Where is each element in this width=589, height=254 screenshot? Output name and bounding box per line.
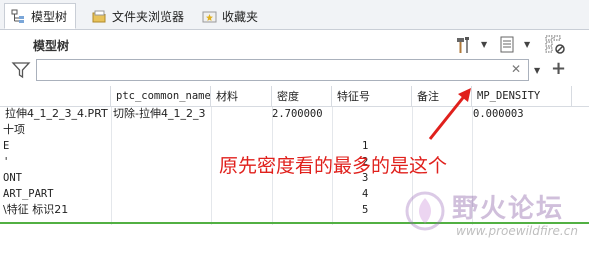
- tab-label: 收藏夹: [222, 9, 259, 24]
- watermark-logo-icon: [405, 191, 445, 231]
- chevron-down-icon[interactable]: ▼: [524, 40, 530, 49]
- tree-item-name[interactable]: E: [3, 138, 108, 154]
- tree-columns-icon[interactable]: [544, 34, 566, 56]
- column-header-name[interactable]: [0, 86, 111, 107]
- density-cell: 2.700000: [272, 108, 323, 120]
- tab-model-tree[interactable]: 模型树: [4, 3, 77, 29]
- hammer-icon[interactable]: [454, 34, 476, 56]
- tree-item-name[interactable]: ART_PART: [3, 186, 108, 202]
- column-header-material[interactable]: 材料: [211, 86, 272, 107]
- chevron-down-icon[interactable]: ▼: [534, 66, 540, 75]
- clear-icon[interactable]: ✕: [511, 62, 521, 76]
- model-tree-icon: [11, 9, 26, 24]
- column-header-feature-number[interactable]: 特征号: [332, 86, 412, 107]
- annotation-text: 原先密度看的最多的是这个: [219, 155, 448, 177]
- tab-bar: 模型树 文件夹浏览器 收藏夹: [0, 0, 589, 30]
- column-divider: [111, 107, 112, 225]
- tree-item-name[interactable]: ONT: [3, 170, 108, 186]
- search-input[interactable]: [36, 59, 529, 81]
- column-header-mp-density[interactable]: MP_DENSITY: [472, 86, 572, 107]
- tab-label: 模型树: [31, 9, 68, 24]
- column-header-common-name[interactable]: ptc_common_name: [111, 86, 211, 107]
- column-divider: [211, 107, 212, 225]
- feature-number-cell: 4: [362, 188, 369, 200]
- panel-title: 模型树: [33, 39, 70, 53]
- watermark-url: www.proewildfire.cn: [456, 224, 578, 238]
- annotation-arrow: [428, 88, 471, 140]
- feature-number-cell: 5: [362, 204, 369, 216]
- add-column-button[interactable]: +: [551, 58, 566, 79]
- tree-item-name[interactable]: 十项: [3, 122, 108, 138]
- tab-folder-browser[interactable]: 文件夹浏览器: [86, 3, 192, 29]
- tree-item-name[interactable]: ': [3, 154, 108, 170]
- table-header: ptc_common_name 材料 密度 特征号 备注 MP_DENSITY: [0, 86, 589, 107]
- tab-label: 文件夹浏览器: [112, 9, 185, 24]
- filter-icon[interactable]: [11, 61, 31, 79]
- tree-item-name[interactable]: \特征 标识21: [3, 202, 108, 218]
- folder-browser-icon: [92, 9, 107, 24]
- mp-density-cell: 0.000003: [473, 108, 524, 120]
- list-settings-icon[interactable]: [497, 34, 519, 56]
- favorites-icon: [202, 9, 217, 24]
- tree-item-name[interactable]: 拉伸4_1_2_3_4.PRT: [5, 106, 110, 122]
- chevron-down-icon[interactable]: ▼: [481, 40, 487, 49]
- watermark-text: 野火论坛: [452, 194, 565, 224]
- common-name-cell: 切除-拉伸4_1_2_3: [113, 107, 206, 120]
- column-header-density[interactable]: 密度: [272, 86, 332, 107]
- tab-favorites[interactable]: 收藏夹: [196, 3, 266, 29]
